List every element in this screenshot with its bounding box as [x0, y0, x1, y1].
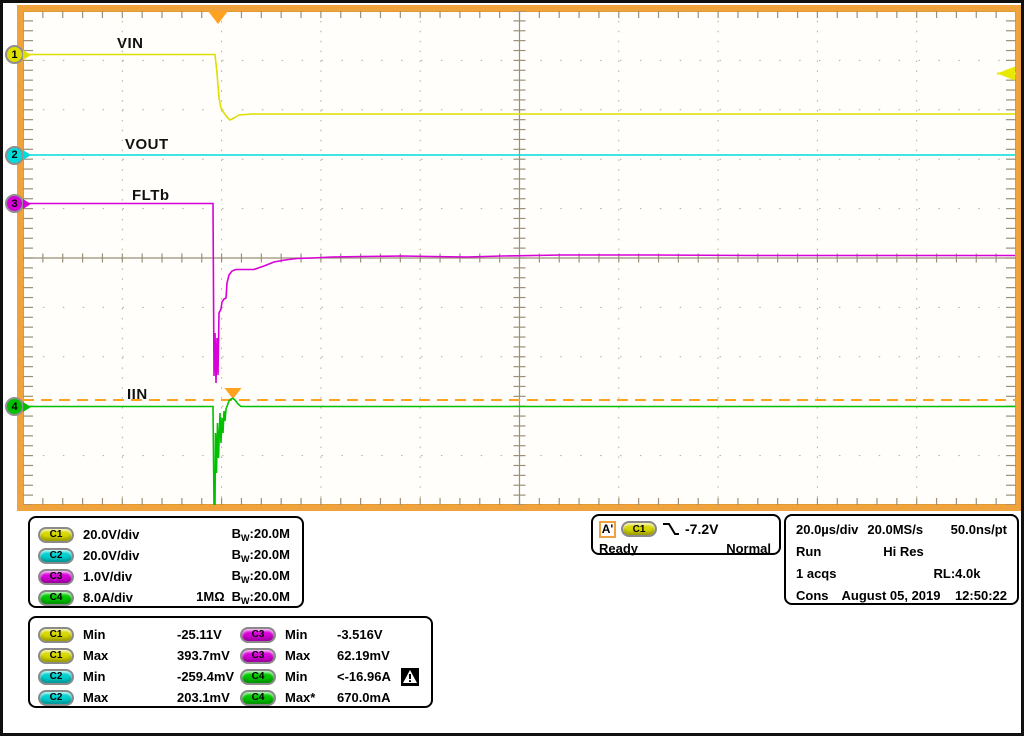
measure-value: -25.11V	[177, 627, 222, 642]
trigger-source-badge[interactable]: C1	[621, 521, 657, 537]
channel-marker-arrow-icon	[23, 401, 36, 412]
measurement-row: C3 Min -3.516V	[240, 624, 419, 645]
channel-c3-badge[interactable]: C3	[38, 568, 74, 585]
measure-c2-badge: C2	[38, 668, 74, 685]
channel-marker-number: 1	[5, 45, 24, 64]
date-label: August 05, 2019	[841, 587, 941, 603]
measure-value: 203.1mV	[177, 690, 230, 705]
measurement-row: C4 Min <-16.96A	[240, 666, 419, 687]
channel-c4-bandwidth: BW:20.0M	[231, 589, 290, 606]
horizontal-box: 20.0µs/div 20.0MS/s 50.0ns/pt Run Hi Res…	[784, 514, 1019, 605]
falling-edge-icon	[663, 523, 679, 535]
channel-c4-badge[interactable]: C4	[38, 589, 74, 606]
channel-marker-1[interactable]: 1	[5, 45, 36, 64]
label-fltb: FLTb	[132, 187, 170, 204]
warning-icon	[400, 667, 419, 686]
measurement-row: C3 Max 62.19mV	[240, 645, 419, 666]
channel-c1-scale: 20.0V/div	[83, 527, 140, 542]
channel-c4-scale: 8.0A/div	[83, 590, 133, 605]
channel-marker-arrow-icon	[23, 49, 36, 60]
channel-marker-arrow-icon	[23, 198, 36, 209]
waveform-display: VIN VOUT FLTb IIN	[23, 11, 1016, 505]
acquisition-count: 1 acqs	[796, 565, 837, 581]
channel-c2-scale: 20.0V/div	[83, 548, 140, 563]
channel-marker-4[interactable]: 4	[5, 397, 36, 416]
measurements-box: C1 Min -25.11V C1 Max 393.7mV C2 Min -25…	[28, 616, 433, 708]
trigger-level-arrow[interactable]	[997, 66, 1015, 81]
measure-value: 670.0mA	[337, 690, 391, 705]
measure-value: 62.19mV	[337, 648, 390, 663]
channel-marker-number: 3	[5, 194, 24, 213]
measure-name: Max*	[285, 690, 316, 705]
measure-name: Max	[83, 648, 109, 663]
channel-c3-scale: 1.0V/div	[83, 569, 133, 584]
channel-c1-bandwidth: BW:20.0M	[231, 526, 290, 543]
channel-c3-bandwidth: BW:20.0M	[231, 568, 290, 585]
channel-c4-impedance: 1MΩ	[196, 589, 225, 604]
measurement-row: C2 Max 203.1mV	[38, 687, 234, 708]
measurement-row: C4 Max* 670.0mA	[240, 687, 419, 708]
measure-value: <-16.96A	[337, 669, 391, 684]
measure-c3-badge: C3	[240, 626, 276, 643]
channel-setting-row: C3 1.0V/div BW:20.0M	[30, 566, 302, 587]
center-crosshair	[23, 11, 1016, 505]
measure-name: Max	[83, 690, 109, 705]
record-length: RL:4.0k	[933, 565, 981, 581]
sample-rate: 20.0MS/s	[867, 521, 924, 537]
aux-trigger-level-marker[interactable]	[224, 388, 242, 399]
measure-value: -259.4mV	[177, 669, 235, 684]
channel-marker-2[interactable]: 2	[5, 145, 36, 165]
measurement-row: C1 Min -25.11V	[38, 624, 234, 645]
measure-value: -3.516V	[337, 627, 383, 642]
measure-name: Min	[285, 627, 308, 642]
sample-resolution: 50.0ns/pt	[950, 521, 1007, 537]
measurement-row: C2 Min -259.4mV	[38, 666, 234, 687]
measure-value: 393.7mV	[177, 648, 230, 663]
measure-c1-badge: C1	[38, 647, 74, 664]
oscilloscope-screen: VIN VOUT FLTb IIN 1 2 3 4 C1 20.0V/div BW:20.0…	[0, 0, 1024, 736]
channel-c1-badge[interactable]: C1	[38, 526, 74, 543]
channel-setting-row: C2 20.0V/div BW:20.0M	[30, 545, 302, 566]
channel-setting-row: C4 8.0A/div 1MΩ BW:20.0M	[30, 587, 302, 608]
label-iin: IIN	[127, 386, 148, 403]
timebase-value: 20.0µs/div	[796, 521, 859, 537]
acquisition-mode: Hi Res	[883, 543, 924, 559]
trigger-level-value: -7.2V	[685, 521, 719, 537]
measure-c1-badge: C1	[38, 626, 74, 643]
measure-name: Min	[83, 669, 106, 684]
measure-c4-badge: C4	[240, 668, 276, 685]
time-label: 12:50:22	[954, 587, 1007, 603]
run-state: Run	[796, 543, 822, 559]
graticule-frame: VIN VOUT FLTb IIN	[17, 5, 1021, 511]
channel-c2-bandwidth: BW:20.0M	[231, 547, 290, 564]
trigger-position-marker[interactable]	[208, 11, 228, 24]
measure-c4-badge: C4	[240, 689, 276, 706]
trigger-mode: Normal	[726, 540, 771, 556]
channel-marker-number: 2	[5, 145, 24, 165]
label-vin: VIN	[117, 35, 144, 52]
measure-name: Max	[285, 648, 311, 663]
mode-label: Cons	[796, 587, 829, 603]
channel-settings-box: C1 20.0V/div BW:20.0M C2 20.0V/div BW:20…	[28, 516, 304, 608]
measure-c2-badge: C2	[38, 689, 74, 706]
measure-name: Min	[83, 627, 106, 642]
measure-name: Min	[285, 669, 308, 684]
channel-marker-3[interactable]: 3	[5, 194, 36, 213]
label-vout: VOUT	[125, 136, 169, 153]
trigger-event-badge: A'	[599, 520, 616, 538]
channel-marker-number: 4	[5, 397, 24, 416]
channel-setting-row: C1 20.0V/div BW:20.0M	[30, 524, 302, 545]
measure-c3-badge: C3	[240, 647, 276, 664]
trigger-status: Ready	[599, 540, 639, 556]
measurement-row: C1 Max 393.7mV	[38, 645, 234, 666]
trigger-box: A' C1 -7.2V Ready Normal	[591, 514, 781, 556]
channel-c2-badge[interactable]: C2	[38, 547, 74, 564]
channel-marker-arrow-icon	[23, 150, 36, 160]
